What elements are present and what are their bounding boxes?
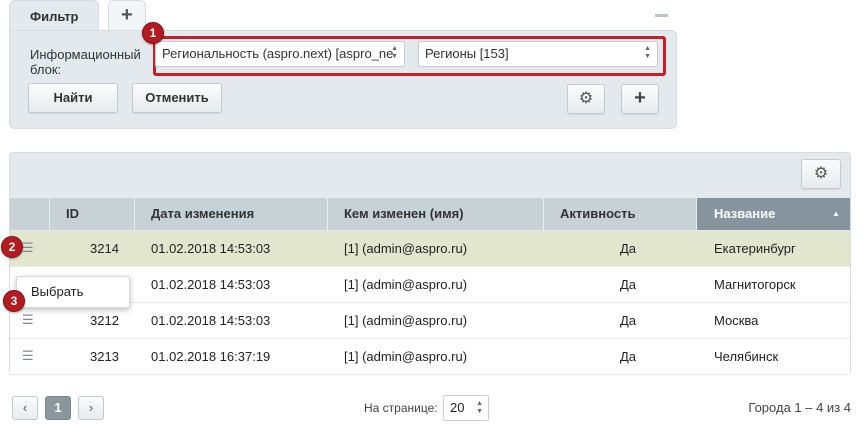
column-header-active[interactable]: Активность xyxy=(544,198,697,230)
step-marker-1: 1 xyxy=(142,22,164,44)
add-filter-field-button[interactable]: + xyxy=(621,84,659,114)
column-header-name-label: Название xyxy=(714,206,776,221)
cell-active: Да xyxy=(620,277,637,292)
column-header-date[interactable]: Дата изменения xyxy=(135,198,328,230)
row-menu-icon[interactable]: ☰ xyxy=(22,241,35,254)
filter-settings-button[interactable]: ⚙ xyxy=(567,84,605,114)
per-page-value: 20 xyxy=(450,400,465,415)
cell-id: 3214 xyxy=(90,241,119,256)
total-count: Города 1 – 4 из 4 xyxy=(748,400,851,415)
cell-active: Да xyxy=(620,241,637,256)
infoblock-select[interactable]: Региональность (aspro.next) [aspro_ne ▲ ▼ xyxy=(155,41,405,67)
row-menu-icon[interactable]: ☰ xyxy=(22,349,35,362)
select-arrows-icon: ▲ ▼ xyxy=(476,400,483,415)
sort-ascending-icon: ▲ xyxy=(832,209,840,218)
table-row[interactable]: ☰ 3213 01.02.2018 16:37:19 [1] (admin@as… xyxy=(10,339,850,375)
section-select[interactable]: Регионы [153] ▲ ▼ xyxy=(418,41,658,67)
tab-filter[interactable]: Фильтр xyxy=(9,0,99,32)
cell-modified-by: [1] (admin@aspro.ru) xyxy=(344,349,468,364)
cell-name: Екатеринбург xyxy=(714,241,796,256)
cell-date: 01.02.2018 14:53:03 xyxy=(151,277,271,292)
table-row[interactable]: ☰ 3211 01.02.2018 14:53:03 [1] (admin@as… xyxy=(10,267,850,303)
collapse-filter-icon[interactable] xyxy=(655,14,668,17)
grid-header: ID Дата изменения Кем изменен (имя) Акти… xyxy=(10,198,850,230)
cell-modified-by: [1] (admin@aspro.ru) xyxy=(344,241,468,256)
infoblock-label: Информационный блок: xyxy=(30,47,141,77)
section-select-value: Регионы [153] xyxy=(425,46,509,61)
select-arrows-icon: ▲ ▼ xyxy=(391,45,398,60)
cell-date: 01.02.2018 16:37:19 xyxy=(151,349,271,364)
select-arrows-icon: ▲ ▼ xyxy=(644,45,651,60)
cell-name: Магнитогорск xyxy=(714,277,796,292)
cancel-button[interactable]: Отменить xyxy=(132,83,222,113)
cell-name: Москва xyxy=(714,313,759,328)
table-row[interactable]: ☰ 3214 01.02.2018 14:53:03 [1] (admin@as… xyxy=(10,231,850,267)
gear-icon: ⚙ xyxy=(813,165,829,182)
cell-date: 01.02.2018 14:53:03 xyxy=(151,241,271,256)
column-header-id[interactable]: ID xyxy=(50,198,135,230)
plus-icon: + xyxy=(634,87,646,109)
menu-item-select[interactable]: Выбрать xyxy=(31,284,83,299)
cell-name: Челябинск xyxy=(714,349,779,364)
page-1-button[interactable]: 1 xyxy=(45,396,71,420)
actions-column-header xyxy=(10,198,50,230)
plus-icon: + xyxy=(121,4,133,26)
find-button[interactable]: Найти xyxy=(28,83,118,113)
cell-modified-by: [1] (admin@aspro.ru) xyxy=(344,277,468,292)
cell-date: 01.02.2018 14:53:03 xyxy=(151,313,271,328)
tab-filter-label: Фильтр xyxy=(30,9,79,24)
cell-active: Да xyxy=(620,313,637,328)
step-marker-3: 3 xyxy=(3,290,25,312)
cell-active: Да xyxy=(620,349,637,364)
cell-id: 3212 xyxy=(90,313,119,328)
row-context-menu: Выбрать xyxy=(16,276,130,308)
prev-page-button[interactable]: ‹ xyxy=(12,396,38,420)
column-header-modified-by[interactable]: Кем изменен (имя) xyxy=(328,198,544,230)
per-page-label: На странице: xyxy=(364,401,438,415)
per-page-select[interactable]: 20 ▲ ▼ xyxy=(443,395,489,421)
next-page-button[interactable]: › xyxy=(78,396,104,420)
add-filter-tab-button[interactable]: + xyxy=(108,0,146,32)
grid-settings-button[interactable]: ⚙ xyxy=(801,159,841,189)
cell-modified-by: [1] (admin@aspro.ru) xyxy=(344,313,468,328)
cell-id: 3213 xyxy=(90,349,119,364)
column-header-name[interactable]: Название ▲ xyxy=(697,198,850,230)
step-marker-2: 2 xyxy=(1,236,23,258)
infoblock-select-value: Региональность (aspro.next) [aspro_ne xyxy=(162,46,394,61)
table-row[interactable]: ☰ 3212 01.02.2018 14:53:03 [1] (admin@as… xyxy=(10,303,850,339)
row-menu-icon[interactable]: ☰ xyxy=(22,313,35,326)
gear-icon: ⚙ xyxy=(578,90,594,107)
